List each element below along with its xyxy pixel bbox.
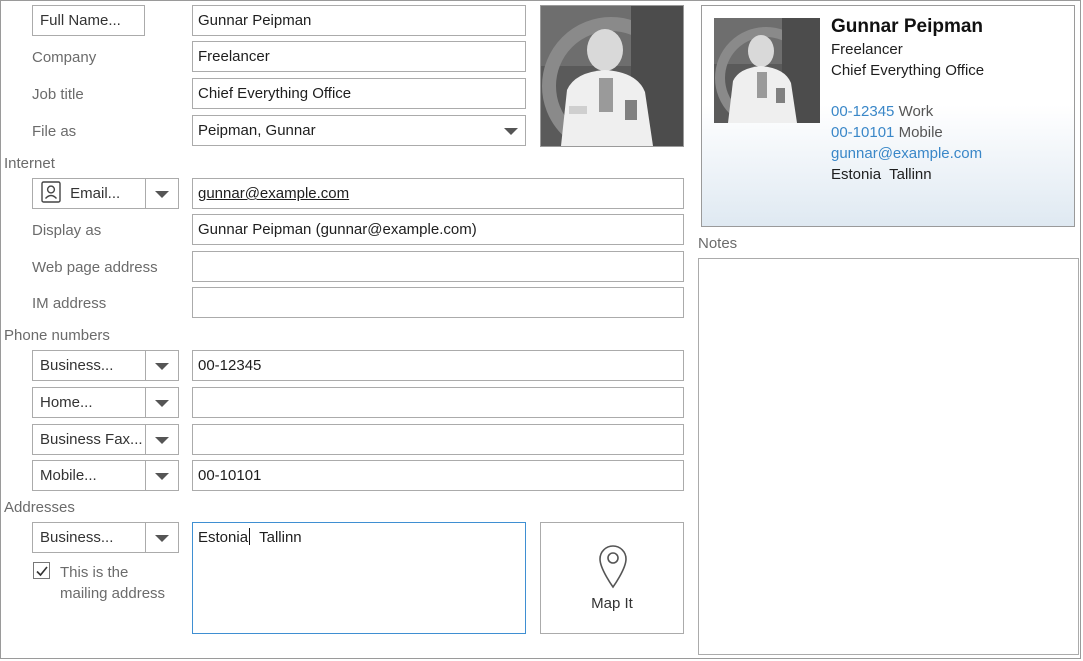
email-button[interactable]: Email... [32,178,146,209]
card-photo-image [714,18,820,123]
phone-type-dropdown[interactable] [145,460,179,491]
addresses-section-label: Addresses [4,499,75,516]
notes-textarea[interactable] [698,258,1079,655]
address-textarea[interactable]: Estonia Tallinn [192,522,526,634]
card-phone-mobile: 00-10101 Mobile [831,122,984,143]
mailing-address-checkbox[interactable] [33,562,50,579]
card-email[interactable]: gunnar@example.com [831,143,984,164]
file-as-label: File as [32,123,77,140]
email-button-label: Email... [70,185,121,202]
address-text-part: Estonia [198,529,249,546]
full-name-button[interactable]: Full Name... [32,5,145,36]
card-phone-mobile-type: Mobile [898,124,943,141]
file-as-select[interactable]: Peipman, Gunnar [192,115,526,146]
card-phone-work-type: Work [898,103,934,120]
phone-type-dropdown[interactable] [145,350,179,381]
phone-type-button[interactable]: Home... [32,387,146,418]
full-name-field[interactable]: Gunnar Peipman [192,5,526,36]
phone-field[interactable]: 00-12345 [192,350,684,381]
chevron-down-icon [504,128,518,135]
phone-field[interactable] [192,387,684,418]
card-phone-work-number[interactable]: 00-12345 [831,103,894,120]
chevron-down-icon [155,436,169,444]
card-photo [714,18,820,123]
email-type-dropdown[interactable] [145,178,179,209]
phone-type-button[interactable]: Business Fax... [32,424,146,455]
phone-numbers-section-label: Phone numbers [4,327,110,344]
map-pin-icon [599,545,627,589]
phone-type-dropdown[interactable] [145,387,179,418]
mailing-address-label: This is the mailing address [60,562,165,604]
im-address-field[interactable] [192,287,684,318]
web-page-field[interactable] [192,251,684,282]
company-field[interactable]: Freelancer [192,41,526,72]
check-icon [36,566,48,577]
person-card-icon [41,181,61,203]
company-label: Company [32,49,97,66]
address-type-dropdown[interactable] [145,522,179,553]
display-as-field[interactable]: Gunnar Peipman (gunnar@example.com) [192,214,684,245]
map-it-button[interactable]: Map It [540,522,684,634]
phone-type-button[interactable]: Mobile... [32,460,146,491]
card-phone-mobile-number[interactable]: 00-10101 [831,124,894,141]
card-text: Gunnar Peipman Freelancer Chief Everythi… [831,16,984,185]
chevron-down-icon [155,399,169,407]
phone-field[interactable] [192,424,684,455]
im-address-label: IM address [32,295,107,312]
file-as-value: Peipman, Gunnar [198,122,316,139]
address-text-part: Tallinn [251,529,302,546]
phone-type-dropdown[interactable] [145,424,179,455]
chevron-down-icon [155,190,169,198]
contact-photo-image [541,6,683,146]
card-phone-work: 00-12345 Work [831,101,984,122]
chevron-down-icon [155,534,169,542]
job-title-field[interactable]: Chief Everything Office [192,78,526,109]
card-name: Gunnar Peipman [831,16,984,37]
web-page-label: Web page address [32,259,158,276]
mailing-address-label-line2: mailing address [60,585,166,602]
phone-type-button[interactable]: Business... [32,350,146,381]
mailing-address-label-line1: This is the [60,564,129,581]
chevron-down-icon [155,472,169,480]
notes-label: Notes [698,235,738,252]
card-address: Estonia Tallinn [831,166,932,183]
display-as-label: Display as [32,222,102,239]
contact-photo[interactable] [540,5,684,147]
email-field[interactable]: gunnar@example.com [192,178,684,209]
chevron-down-icon [155,362,169,370]
business-card-preview: Gunnar Peipman Freelancer Chief Everythi… [701,5,1075,227]
address-type-button[interactable]: Business... [32,522,146,553]
map-it-label: Map It [591,595,633,612]
internet-section-label: Internet [4,155,55,172]
job-title-label: Job title [32,86,84,103]
card-job-title: Chief Everything Office [831,62,985,79]
card-company: Freelancer [831,41,903,58]
text-caret [249,528,251,545]
phone-field[interactable]: 00-10101 [192,460,684,491]
